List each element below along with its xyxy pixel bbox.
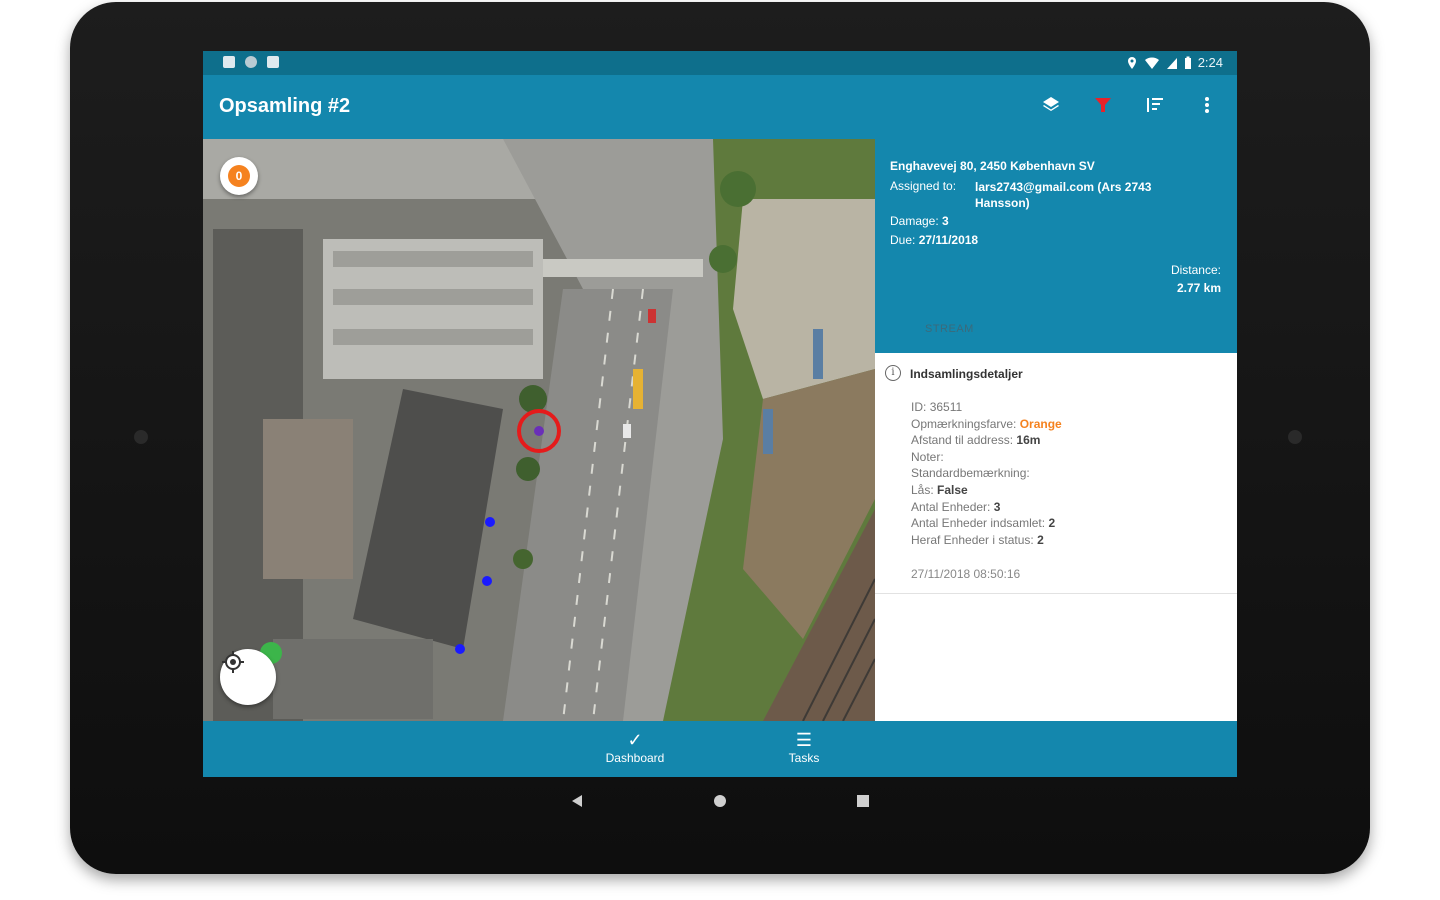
details-title: Indsamlingsdetaljer (910, 367, 1023, 381)
info-icon: i (885, 365, 901, 381)
sort-icon (1147, 98, 1163, 112)
divider (875, 593, 1237, 594)
nav-dashboard[interactable]: ✓ Dashboard (590, 729, 680, 765)
more-options-button[interactable] (1193, 91, 1221, 119)
sync-icon (245, 56, 257, 68)
bezel-sensor-right (1288, 430, 1302, 444)
layer-badge-button[interactable]: 0 (220, 157, 258, 195)
detail-lock: Lås: False (911, 482, 968, 497)
wifi-icon (1144, 56, 1159, 69)
assigned-value: lars2743@gmail.com (Ars 2743 Hansson) (975, 180, 1152, 210)
sort-button[interactable] (1141, 91, 1169, 119)
system-navigation (570, 788, 870, 814)
distance-label: Distance: (1170, 263, 1221, 277)
detail-color: Opmærkningsfarve: Orange (911, 416, 1062, 431)
back-icon[interactable] (570, 794, 584, 808)
status-bar: 2:24 (203, 51, 1237, 75)
damage-label: Damage: (890, 214, 939, 228)
filter-button[interactable] (1089, 91, 1117, 119)
detail-id: ID: 36511 (911, 400, 963, 414)
home-icon[interactable] (713, 794, 727, 808)
layers-button[interactable] (1037, 91, 1065, 119)
cell-signal-icon (1166, 57, 1177, 69)
bezel-sensor-left (134, 430, 148, 444)
layers-icon (1043, 97, 1059, 111)
detail-units: Antal Enheder: 3 (911, 499, 1001, 514)
assigned-label: Assigned to: (890, 179, 957, 193)
check-icon: ✓ (627, 730, 643, 750)
detail-timestamp: 27/11/2018 08:50:16 (911, 567, 1021, 581)
aerial-map (203, 139, 875, 721)
recents-icon[interactable] (856, 794, 870, 808)
status-time: 2:24 (1197, 55, 1223, 70)
filter-icon (1095, 98, 1111, 112)
distance-value: 2.77 km (1176, 281, 1221, 295)
detail-status: Heraf Enheder i status: 2 (911, 532, 1044, 547)
task-summary-header: Enghavevej 80, 2450 København SV Assigne… (875, 139, 1237, 353)
bottom-navigation: ✓ Dashboard ☰ Tasks (203, 721, 1237, 777)
app-bar: Opsamling #2 (203, 75, 1237, 139)
location-icon (1127, 56, 1136, 69)
my-location-button[interactable] (220, 649, 276, 705)
battery-icon (1184, 56, 1191, 69)
nav-tasks[interactable]: ☰ Tasks (759, 729, 849, 765)
task-point-marker[interactable] (482, 576, 492, 586)
page-title: Opsamling #2 (219, 95, 351, 117)
task-address: Enghavevej 80, 2450 København SV (890, 159, 1095, 173)
task-detail-panel: Enghavevej 80, 2450 København SV Assigne… (875, 139, 1237, 721)
task-point-marker[interactable] (455, 644, 465, 654)
device-screen: 2:24 Opsamling #2 0 Enghavevej 80, 2450 … (203, 51, 1237, 777)
due-value: 27/11/2018 (918, 233, 979, 247)
detail-notes: Noter: (911, 449, 944, 464)
my-location-icon (222, 651, 244, 673)
notification-icon (223, 56, 235, 68)
detail-standard-remark: Standardbemærkning: (911, 466, 1030, 481)
more-vert-icon (1205, 97, 1209, 113)
due-label: Due: (890, 233, 916, 247)
damage-value: 3 (942, 214, 949, 228)
list-icon: ☰ (795, 730, 813, 750)
layer-count-badge: 0 (228, 165, 250, 187)
sd-card-icon (267, 56, 279, 68)
detail-collected: Antal Enheder indsamlet: 2 (911, 516, 1056, 531)
detail-distance: Afstand til address: 16m (911, 433, 1041, 448)
tab-stream[interactable]: STREAM (925, 323, 974, 335)
map-view[interactable]: 0 (203, 139, 875, 721)
task-point-marker[interactable] (485, 517, 495, 527)
